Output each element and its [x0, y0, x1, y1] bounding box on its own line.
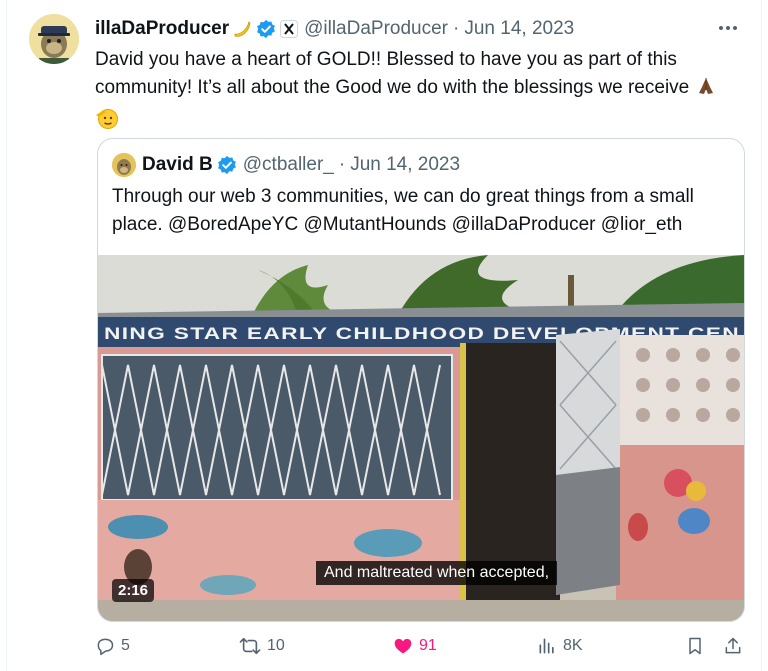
quote-separator-dot: ·	[338, 154, 346, 175]
folded-hands-emoji-icon	[695, 75, 717, 106]
quote-header: David B @ctballer_ · Jun 14, 2023	[112, 152, 460, 178]
tweet-date[interactable]: Jun 14, 2023	[464, 18, 574, 40]
like-button[interactable]: 91	[393, 636, 437, 656]
quote-text: Through our web 3 communities, we can do…	[112, 186, 694, 235]
tweet-text: David you have a heart of GOLD!! Blessed…	[95, 46, 745, 139]
reply-button[interactable]: 5	[95, 636, 130, 656]
separator-dot: ·	[453, 18, 460, 39]
bookmark-button[interactable]	[685, 636, 705, 656]
affiliation-badge-icon[interactable]	[280, 20, 299, 38]
bookmark-icon	[689, 637, 701, 655]
repost-icon	[239, 637, 261, 655]
reply-icon	[97, 638, 114, 656]
display-name[interactable]: illaDaProducer	[95, 18, 229, 40]
tweet-header: illaDaProducer @illaDaProducer · Jun 14,…	[95, 16, 574, 42]
tweet-card[interactable]: illaDaProducer @illaDaProducer · Jun 14,…	[6, 0, 762, 671]
quote-verified-badge-icon[interactable]	[217, 155, 237, 175]
quote-display-name[interactable]: David B	[142, 154, 213, 176]
tweet-body: David you have a heart of GOLD!! Blessed…	[95, 49, 690, 98]
more-options-icon[interactable]	[717, 18, 739, 38]
verified-badge-icon[interactable]	[256, 19, 276, 39]
views-button[interactable]: 8K	[537, 636, 583, 656]
views-count: 8K	[563, 637, 583, 654]
repost-button[interactable]: 10	[239, 636, 285, 656]
ape-avatar-icon	[29, 14, 79, 64]
quoted-tweet[interactable]: David B @ctballer_ · Jun 14, 2023 Throug…	[97, 138, 745, 622]
banana-emoji-icon	[232, 19, 252, 39]
views-chart-icon	[539, 638, 554, 654]
heart-filled-icon	[394, 638, 412, 654]
quote-avatar[interactable]	[112, 153, 136, 177]
handle[interactable]: @illaDaProducer	[304, 18, 448, 40]
saluting-face-emoji-icon	[95, 106, 119, 139]
video-caption: And maltreated when accepted,	[316, 561, 558, 585]
repost-count: 10	[267, 637, 285, 654]
reply-count: 5	[121, 637, 130, 654]
like-count: 91	[419, 637, 437, 654]
share-icon	[725, 637, 741, 654]
video-duration: 2:16	[112, 579, 155, 602]
ape-avatar-small-icon	[112, 153, 136, 177]
avatar[interactable]	[29, 14, 79, 64]
quote-date[interactable]: Jun 14, 2023	[350, 154, 460, 176]
video-player[interactable]: NING STAR EARLY CHILDHOOD DEVELOPMENT CE…	[98, 255, 744, 621]
share-button[interactable]	[723, 636, 743, 656]
action-bar: 5 10 91 8K	[95, 630, 749, 664]
quote-handle[interactable]: @ctballer_	[243, 154, 334, 176]
